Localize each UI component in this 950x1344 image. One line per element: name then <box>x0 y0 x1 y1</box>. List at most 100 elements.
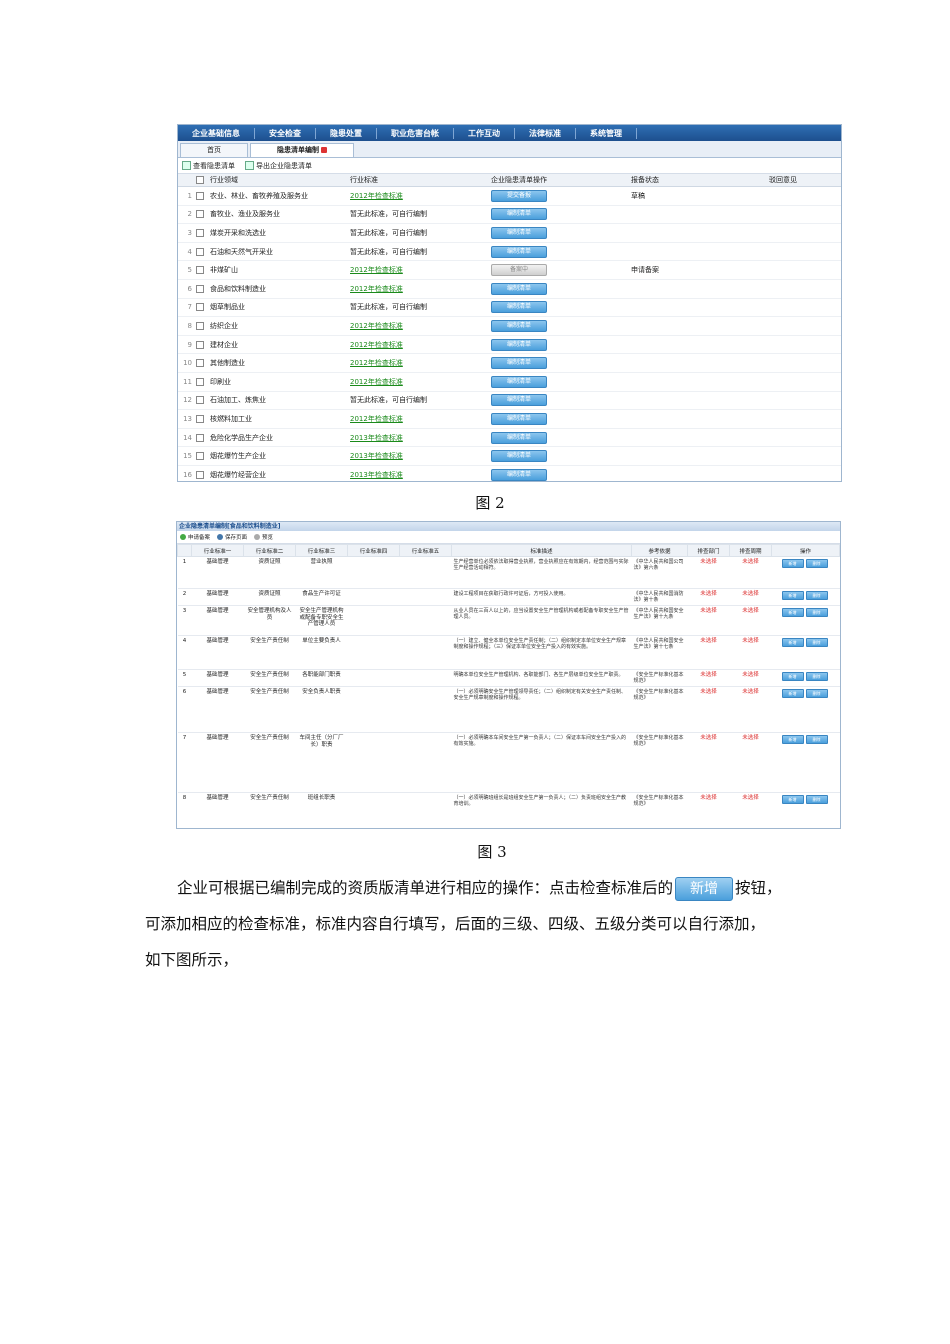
inspect-dept[interactable]: 未选择 <box>687 792 730 828</box>
inspect-cycle[interactable]: 未选择 <box>729 635 772 670</box>
inspect-dept[interactable]: 未选择 <box>687 732 730 793</box>
industry-standard[interactable]: 2012年检查标准 <box>348 260 489 280</box>
delete-row-button[interactable]: 删除 <box>805 689 828 698</box>
operation-button[interactable]: 编制清单 <box>491 412 547 425</box>
col-check[interactable] <box>194 174 208 187</box>
industry-standard[interactable]: 2012年检查标准 <box>348 372 489 392</box>
add-row-button[interactable]: 新增 <box>781 638 804 647</box>
inspect-cycle[interactable]: 未选择 <box>729 792 772 828</box>
operation-button[interactable]: 编制清单 <box>491 357 547 370</box>
industry-standard[interactable]: 2013年检查标准 <box>348 465 489 481</box>
standard-link[interactable]: 2012年检查标准 <box>350 415 403 423</box>
industry-standard[interactable]: 2012年检查标准 <box>348 409 489 429</box>
operation-button[interactable]: 编制清单 <box>491 245 547 258</box>
add-row-button[interactable]: 新增 <box>781 559 804 568</box>
row-check[interactable] <box>194 260 208 280</box>
row-check[interactable] <box>194 353 208 373</box>
row-check[interactable] <box>194 242 208 262</box>
industry-standard[interactable]: 2013年检查标准 <box>348 428 489 448</box>
apply-filing-button[interactable]: 申请备案 <box>180 533 210 541</box>
row-checkbox[interactable] <box>196 433 204 442</box>
add-row-button[interactable]: 新增 <box>781 591 804 600</box>
preview-button[interactable]: 预览 <box>254 533 273 541</box>
row-check[interactable] <box>194 223 208 243</box>
inspect-cycle[interactable]: 未选择 <box>729 556 772 589</box>
menu-item[interactable]: 系统管理 <box>576 127 637 139</box>
operation-button[interactable]: 提交备报 <box>491 189 547 202</box>
select-all-checkbox[interactable] <box>196 176 204 184</box>
menu-item[interactable]: 安全检查 <box>255 127 316 139</box>
row-checkbox[interactable] <box>196 340 204 349</box>
menu-item[interactable]: 隐患处置 <box>316 127 377 139</box>
inspect-cycle[interactable]: 未选择 <box>729 732 772 793</box>
row-check[interactable] <box>194 409 208 429</box>
inspect-dept[interactable]: 未选择 <box>687 588 730 606</box>
inspect-dept[interactable]: 未选择 <box>687 686 730 733</box>
operation-button[interactable]: 编制清单 <box>491 450 547 463</box>
row-checkbox[interactable] <box>196 210 204 219</box>
menu-item[interactable]: 法律标准 <box>515 127 576 139</box>
standard-link[interactable]: 2012年检查标准 <box>350 378 403 386</box>
delete-row-button[interactable]: 删除 <box>805 559 828 568</box>
operation-button[interactable]: 编制清单 <box>491 338 547 351</box>
industry-standard[interactable]: 2012年检查标准 <box>348 316 489 336</box>
inspect-cycle[interactable]: 未选择 <box>729 605 772 636</box>
delete-row-button[interactable]: 删除 <box>805 672 828 681</box>
menu-item[interactable]: 工作互动 <box>454 127 515 139</box>
row-check[interactable] <box>194 316 208 336</box>
row-check[interactable] <box>194 428 208 448</box>
menu-item[interactable]: 企业基础信息 <box>178 127 255 139</box>
operation-button[interactable]: 编制清单 <box>491 431 547 444</box>
standard-link[interactable]: 2013年检查标准 <box>350 434 403 442</box>
industry-standard[interactable]: 2012年检查标准 <box>348 186 489 206</box>
tab-hazard-list[interactable]: 隐患清单编制 <box>250 143 354 157</box>
industry-standard[interactable]: 2012年检查标准 <box>348 353 489 373</box>
delete-row-button[interactable]: 删除 <box>805 795 828 804</box>
standard-link[interactable]: 2012年检查标准 <box>350 341 403 349</box>
delete-row-button[interactable]: 删除 <box>805 735 828 744</box>
operation-button[interactable]: 编制清单 <box>491 208 547 221</box>
add-row-button[interactable]: 新增 <box>781 735 804 744</box>
inspect-cycle[interactable]: 未选择 <box>729 669 772 687</box>
row-check[interactable] <box>194 279 208 299</box>
operation-button[interactable]: 编制清单 <box>491 394 547 407</box>
inspect-cycle[interactable]: 未选择 <box>729 588 772 606</box>
delete-row-button[interactable]: 删除 <box>805 638 828 647</box>
row-checkbox[interactable] <box>196 414 204 423</box>
row-check[interactable] <box>194 335 208 355</box>
standard-link[interactable]: 2012年检查标准 <box>350 192 403 200</box>
delete-row-button[interactable]: 删除 <box>805 608 828 617</box>
operation-button[interactable]: 备案中 <box>491 264 547 277</box>
add-row-button[interactable]: 新增 <box>781 672 804 681</box>
row-check[interactable] <box>194 391 208 411</box>
row-check[interactable] <box>194 372 208 392</box>
delete-row-button[interactable]: 删除 <box>805 591 828 600</box>
row-check[interactable] <box>194 186 208 206</box>
add-row-button[interactable]: 新增 <box>781 608 804 617</box>
export-list-button[interactable]: 导出企业隐患清单 <box>245 161 312 171</box>
inspect-cycle[interactable]: 未选择 <box>729 686 772 733</box>
row-checkbox[interactable] <box>196 470 204 479</box>
row-checkbox[interactable] <box>196 321 204 330</box>
inspect-dept[interactable]: 未选择 <box>687 556 730 589</box>
row-check[interactable] <box>194 446 208 466</box>
industry-standard[interactable]: 2012年检查标准 <box>348 335 489 355</box>
inspect-dept[interactable]: 未选择 <box>687 605 730 636</box>
row-checkbox[interactable] <box>196 228 204 237</box>
industry-standard[interactable]: 2012年检查标准 <box>348 279 489 299</box>
standard-link[interactable]: 2012年检查标准 <box>350 322 403 330</box>
operation-button[interactable]: 编制清单 <box>491 301 547 314</box>
standard-link[interactable]: 2013年检查标准 <box>350 471 403 479</box>
operation-button[interactable]: 编制清单 <box>491 375 547 388</box>
add-row-button[interactable]: 新增 <box>781 689 804 698</box>
standard-link[interactable]: 2012年检查标准 <box>350 266 403 274</box>
operation-button[interactable]: 编制清单 <box>491 319 547 332</box>
row-checkbox[interactable] <box>196 247 204 256</box>
save-page-button[interactable]: 保存页面 <box>217 533 247 541</box>
row-check[interactable] <box>194 205 208 225</box>
row-check[interactable] <box>194 298 208 318</box>
standard-link[interactable]: 2012年检查标准 <box>350 285 403 293</box>
operation-button[interactable]: 编制清单 <box>491 468 547 481</box>
row-checkbox[interactable] <box>196 303 204 312</box>
row-checkbox[interactable] <box>196 191 204 200</box>
